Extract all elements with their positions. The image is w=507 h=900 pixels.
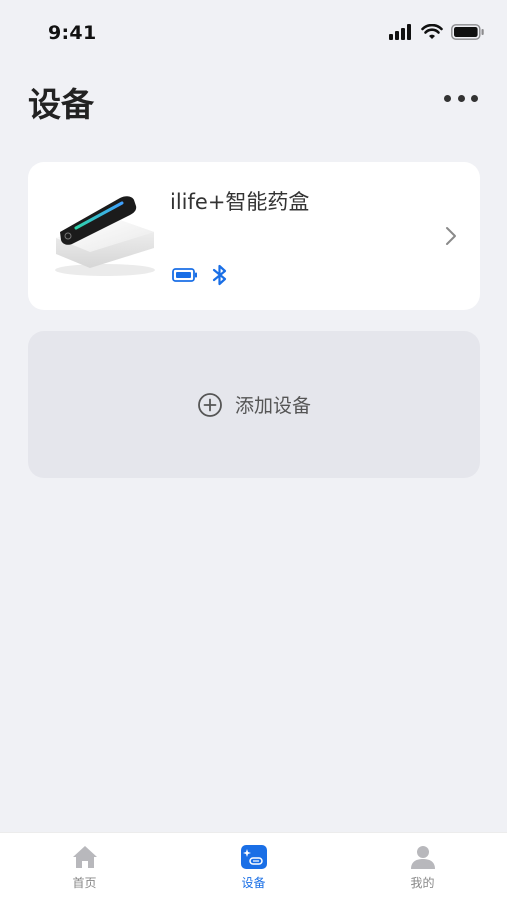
device-status [172, 264, 228, 286]
device-screen: 9:41 设备 ilife+智能药盒 添加设备 首页 设备 我的 [0, 0, 507, 900]
device-name: ilife+智能药盒 [170, 190, 310, 214]
device-card[interactable]: ilife+智能药盒 [28, 162, 480, 310]
more-dots-icon [444, 94, 451, 102]
home-icon [72, 846, 97, 868]
tab-home-label: 首页 [72, 876, 97, 890]
tab-home[interactable]: 首页 [0, 833, 169, 900]
signal-icon [389, 24, 411, 40]
more-button[interactable] [441, 86, 481, 110]
chevron-right-icon [446, 227, 456, 245]
tab-profile-label: 我的 [410, 876, 435, 890]
tab-profile[interactable]: 我的 [338, 833, 507, 900]
pill-box-image [55, 196, 155, 276]
wifi-icon [421, 24, 443, 39]
more-dot [471, 94, 478, 102]
battery-icon [172, 268, 197, 282]
more-dot [457, 94, 465, 102]
tab-device-label: 设备 [241, 876, 266, 890]
status-icons [389, 24, 485, 40]
device-icon [240, 845, 267, 869]
status-time: 9:41 [48, 22, 97, 44]
status-bar: 9:41 [0, 0, 507, 66]
user-icon [410, 846, 435, 869]
tab-bar: 首页 设备 我的 [0, 832, 507, 900]
battery-icon [451, 24, 484, 40]
plus-circle-icon [198, 392, 222, 417]
tab-device[interactable]: 设备 [169, 833, 338, 900]
add-device-label: 添加设备 [234, 395, 311, 417]
bluetooth-icon [212, 264, 227, 286]
add-device-button[interactable]: 添加设备 [28, 331, 480, 478]
page-title: 设备 [28, 85, 94, 124]
